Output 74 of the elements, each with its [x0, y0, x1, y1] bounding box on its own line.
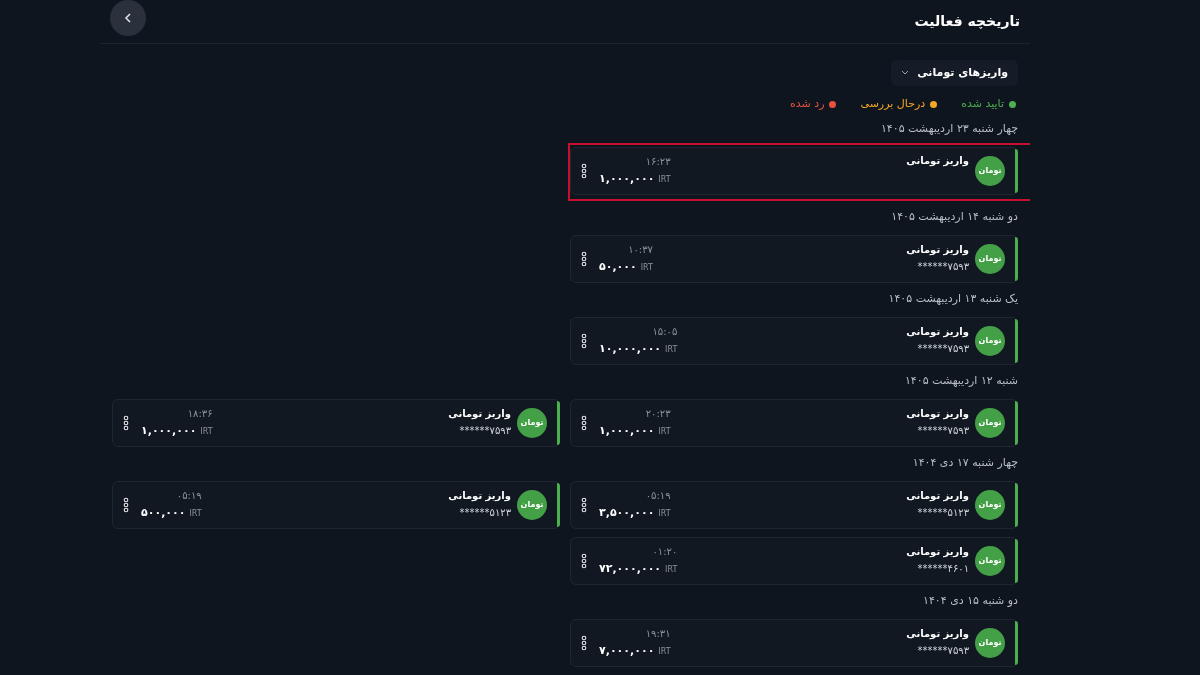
- more-options-icon[interactable]: [123, 496, 129, 513]
- more-options-icon[interactable]: [581, 496, 587, 513]
- transaction-time: ۱۹:۳۱: [645, 627, 671, 640]
- transaction-title: واریز تومانی: [448, 489, 511, 503]
- account-number: ******۷۵۹۳: [917, 424, 969, 438]
- chevron-down-icon: [901, 70, 910, 76]
- currency-badge: تومان: [975, 155, 1005, 186]
- transaction-title: واریز تومانی: [906, 325, 969, 339]
- amount: ۷,۰۰۰,۰۰۰: [599, 644, 655, 658]
- transaction-time: ۲۰:۲۳: [645, 407, 671, 420]
- transaction-time: ۰۵:۱۹: [645, 489, 671, 502]
- transaction-time: ۱۰:۳۷: [628, 243, 653, 256]
- amount: ۵۰۰,۰۰۰: [141, 506, 186, 520]
- date-heading: چهار شنبه ۱۷ دی ۱۴۰۴: [911, 454, 1018, 471]
- currency-badge: تومان: [975, 545, 1005, 576]
- more-options-icon[interactable]: [581, 250, 587, 267]
- transaction-title: واریز تومانی: [906, 153, 969, 168]
- account-number: ******۷۵۹۳: [917, 342, 969, 356]
- legend-label: رد شده: [790, 96, 825, 112]
- legend-label: درحال بررسی: [860, 96, 926, 112]
- legend-label: تایید شده: [961, 96, 1004, 112]
- transaction-title: واریز تومانی: [906, 627, 969, 641]
- transaction-time: ۰۱:۲۰: [652, 545, 678, 558]
- more-options-icon[interactable]: [581, 414, 587, 431]
- transaction-title: واریز تومانی: [448, 407, 511, 421]
- transaction-title: واریز تومانی: [906, 407, 969, 421]
- currency-badge: تومان: [975, 627, 1005, 658]
- currency-code: IRT: [640, 262, 653, 274]
- transaction-time: ۰۵:۱۹: [176, 489, 202, 502]
- page-title: تاریخچه فعالیت: [914, 12, 1020, 31]
- transaction-title: واریز تومانی: [906, 545, 969, 559]
- filter-dropdown[interactable]: واریزهای تومانی: [891, 60, 1018, 86]
- currency-code: IRT: [665, 564, 678, 576]
- currency-badge: تومان: [517, 489, 547, 520]
- amount: ۱,۰۰۰,۰۰۰: [599, 424, 655, 438]
- account-number: ******۷۵۹۳: [917, 260, 969, 274]
- more-options-icon[interactable]: [581, 552, 587, 569]
- amount: ۳,۵۰۰,۰۰۰: [599, 506, 655, 520]
- transaction-time: ۱۸:۳۶: [187, 407, 213, 420]
- currency-code: IRT: [658, 426, 671, 438]
- account-number: ******۵۱۲۳: [459, 506, 511, 520]
- transaction-time: ۱۵:۰۵: [652, 325, 678, 338]
- account-number: ******۷۵۹۳: [917, 644, 969, 658]
- date-heading: یک شنبه ۱۳ اردیبهشت ۱۴۰۵: [887, 290, 1018, 307]
- more-options-icon[interactable]: [581, 332, 587, 349]
- date-heading: دو شنبه ۱۵ دی ۱۴۰۴: [922, 592, 1018, 609]
- account-number: ******۵۱۲۳: [917, 506, 969, 520]
- currency-code: IRT: [189, 508, 202, 520]
- currency-badge: تومان: [975, 407, 1005, 438]
- currency-badge: تومان: [975, 243, 1005, 274]
- transaction-title: واریز تومانی: [906, 489, 969, 503]
- more-options-icon[interactable]: [581, 634, 587, 651]
- date-heading: دو شنبه ۱۴ اردیبهشت ۱۴۰۵: [890, 208, 1018, 225]
- amount: ۱,۰۰۰,۰۰۰: [599, 172, 655, 186]
- transaction-time: ۱۶:۲۳: [645, 155, 671, 168]
- currency-code: IRT: [658, 508, 671, 520]
- amount: ۷۲,۰۰۰,۰۰۰: [599, 562, 662, 576]
- date-heading: چهار شنبه ۲۳ اردیبهشت ۱۴۰۵: [879, 120, 1018, 137]
- currency-badge: تومان: [975, 325, 1005, 356]
- amount: ۱,۰۰۰,۰۰۰: [141, 424, 197, 438]
- more-options-icon[interactable]: [581, 162, 587, 179]
- transaction-title: واریز تومانی: [906, 243, 969, 257]
- amount: ۱۰,۰۰۰,۰۰۰: [599, 342, 662, 356]
- date-heading: شنبه ۱۲ اردیبهشت ۱۴۰۵: [903, 372, 1018, 389]
- account-number: ******۷۵۹۳: [459, 424, 511, 438]
- currency-badge: تومان: [517, 407, 547, 438]
- currency-code: IRT: [200, 426, 213, 438]
- amount: ۵۰,۰۰۰: [599, 260, 637, 274]
- account-number: ******۴۶۰۱: [917, 562, 969, 576]
- currency-code: IRT: [658, 174, 671, 186]
- currency-code: IRT: [665, 344, 678, 356]
- currency-badge: تومان: [975, 489, 1005, 520]
- currency-code: IRT: [658, 646, 671, 658]
- more-options-icon[interactable]: [123, 414, 129, 431]
